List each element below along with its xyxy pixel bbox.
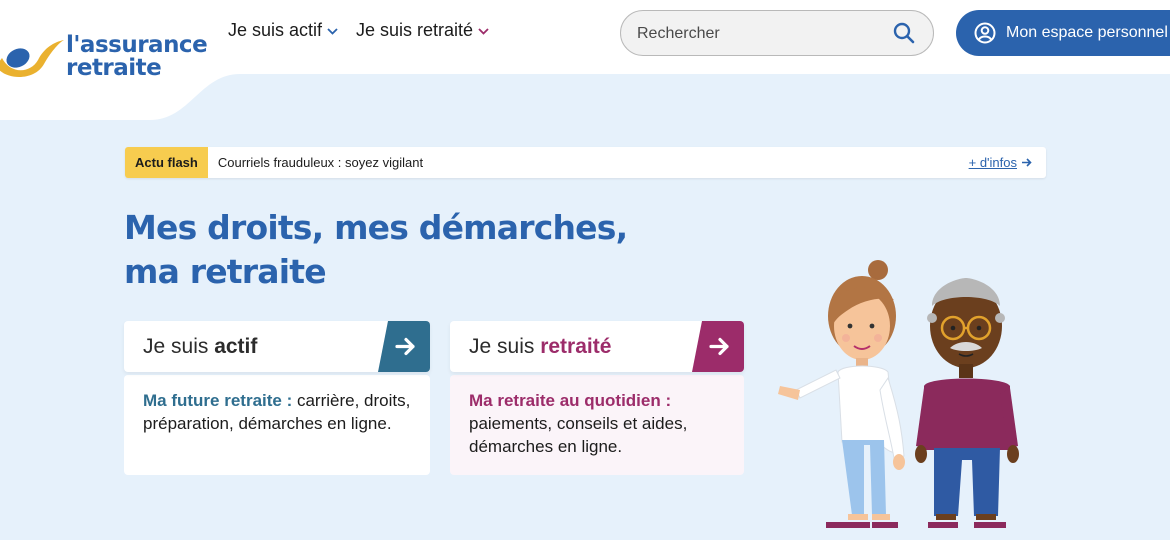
card-actif-title: Je suis actif <box>143 335 257 359</box>
logo-mark-icon <box>0 40 64 77</box>
page-title: Mes droits, mes démarches, ma retraite <box>124 206 628 294</box>
chevron-down-icon <box>327 28 338 35</box>
flash-more-link[interactable]: + d'infos <box>969 155 1032 170</box>
flash-link-label: + d'infos <box>968 155 1017 170</box>
woman-figure <box>778 260 905 528</box>
account-button-label: Mon espace personnel <box>1006 24 1168 41</box>
card-retraite-emphasis: retraité <box>540 335 612 358</box>
user-circle-icon <box>974 22 996 44</box>
arrow-right-icon <box>1022 158 1032 167</box>
nav-je-suis-actif[interactable]: Je suis actif <box>228 20 338 41</box>
card-actif-body-strong: Ma future retraite : <box>143 391 293 410</box>
card-retraite-prefix: Je suis <box>469 335 535 358</box>
page-title-line-2: ma retraite <box>124 252 327 291</box>
flash-text: Courriels frauduleux : soyez vigilant <box>217 155 424 170</box>
flash-banner: Actu flash Courriels frauduleux : soyez … <box>125 147 1046 178</box>
card-retraite-title: Je suis retraité <box>469 335 611 359</box>
chevron-down-icon <box>478 28 489 35</box>
nav-je-suis-retraite[interactable]: Je suis retraité <box>356 20 489 41</box>
logo-line-2: retraite <box>66 55 162 81</box>
arrow-right-icon <box>692 321 744 372</box>
search-icon[interactable] <box>893 22 915 44</box>
nav-label-actif: Je suis actif <box>228 20 323 40</box>
search-input[interactable] <box>635 21 889 47</box>
people-illustration <box>778 260 1019 528</box>
card-actif: Je suis actif Ma future retraite : carri… <box>124 321 430 475</box>
logo-text: l'assurance retraite <box>66 34 208 81</box>
card-retraite-header[interactable]: Je suis retraité <box>450 321 744 372</box>
arrow-right-icon <box>378 321 430 372</box>
man-figure <box>915 278 1019 528</box>
account-button[interactable]: Mon espace personnel <box>956 10 1170 56</box>
card-retraite-description: Ma retraite au quotidien : paiements, co… <box>450 375 744 475</box>
card-actif-emphasis: actif <box>214 335 258 358</box>
card-actif-description: Ma future retraite : carrière, droits, p… <box>124 375 430 475</box>
flash-badge: Actu flash <box>125 147 208 178</box>
card-retraite-body-strong: Ma retraite au quotidien : <box>469 391 672 410</box>
card-actif-prefix: Je suis <box>143 335 209 358</box>
card-actif-header[interactable]: Je suis actif <box>124 321 430 372</box>
nav-label-retraite: Je suis retraité <box>356 20 474 40</box>
search-box <box>620 10 934 56</box>
page-title-line-1: Mes droits, mes démarches, <box>124 208 628 247</box>
card-retraite: Je suis retraité Ma retraite au quotidie… <box>450 321 744 475</box>
site-logo[interactable]: l'assurance retraite <box>0 26 208 86</box>
card-retraite-body-text: paiements, conseils et aides, démarches … <box>469 414 688 456</box>
